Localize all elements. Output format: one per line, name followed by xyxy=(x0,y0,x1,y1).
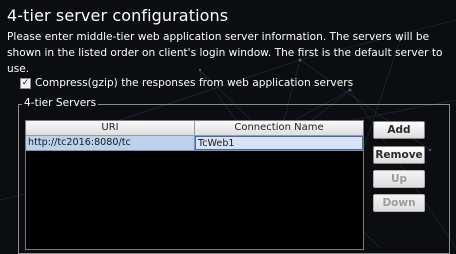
page-title: 4-tier server configurations xyxy=(7,6,229,25)
remove-button[interactable]: Remove xyxy=(373,146,425,164)
compress-checkbox[interactable]: ✓ xyxy=(20,77,31,89)
column-header-connection-name[interactable]: Connection Name xyxy=(195,121,363,136)
servers-table[interactable]: URI Connection Name http://tc2016:8080/t… xyxy=(25,120,364,250)
cell-uri[interactable]: http://tc2016:8080/tc xyxy=(26,136,195,150)
cell-connection-name[interactable]: TcWeb1 xyxy=(195,136,363,150)
add-button[interactable]: Add xyxy=(373,121,425,139)
column-header-uri[interactable]: URI xyxy=(26,121,195,136)
up-button[interactable]: Up xyxy=(373,170,425,188)
page-description: Please enter middle-tier web application… xyxy=(7,31,443,75)
compress-label: Compress(gzip) the responses from web ap… xyxy=(35,77,354,89)
down-button[interactable]: Down xyxy=(373,194,425,212)
table-row[interactable]: http://tc2016:8080/tc TcWeb1 xyxy=(26,136,363,151)
compress-option[interactable]: ✓ Compress(gzip) the responses from web … xyxy=(20,77,353,89)
table-header: URI Connection Name xyxy=(26,121,363,136)
servers-group-label: 4-tier Servers xyxy=(22,97,99,109)
